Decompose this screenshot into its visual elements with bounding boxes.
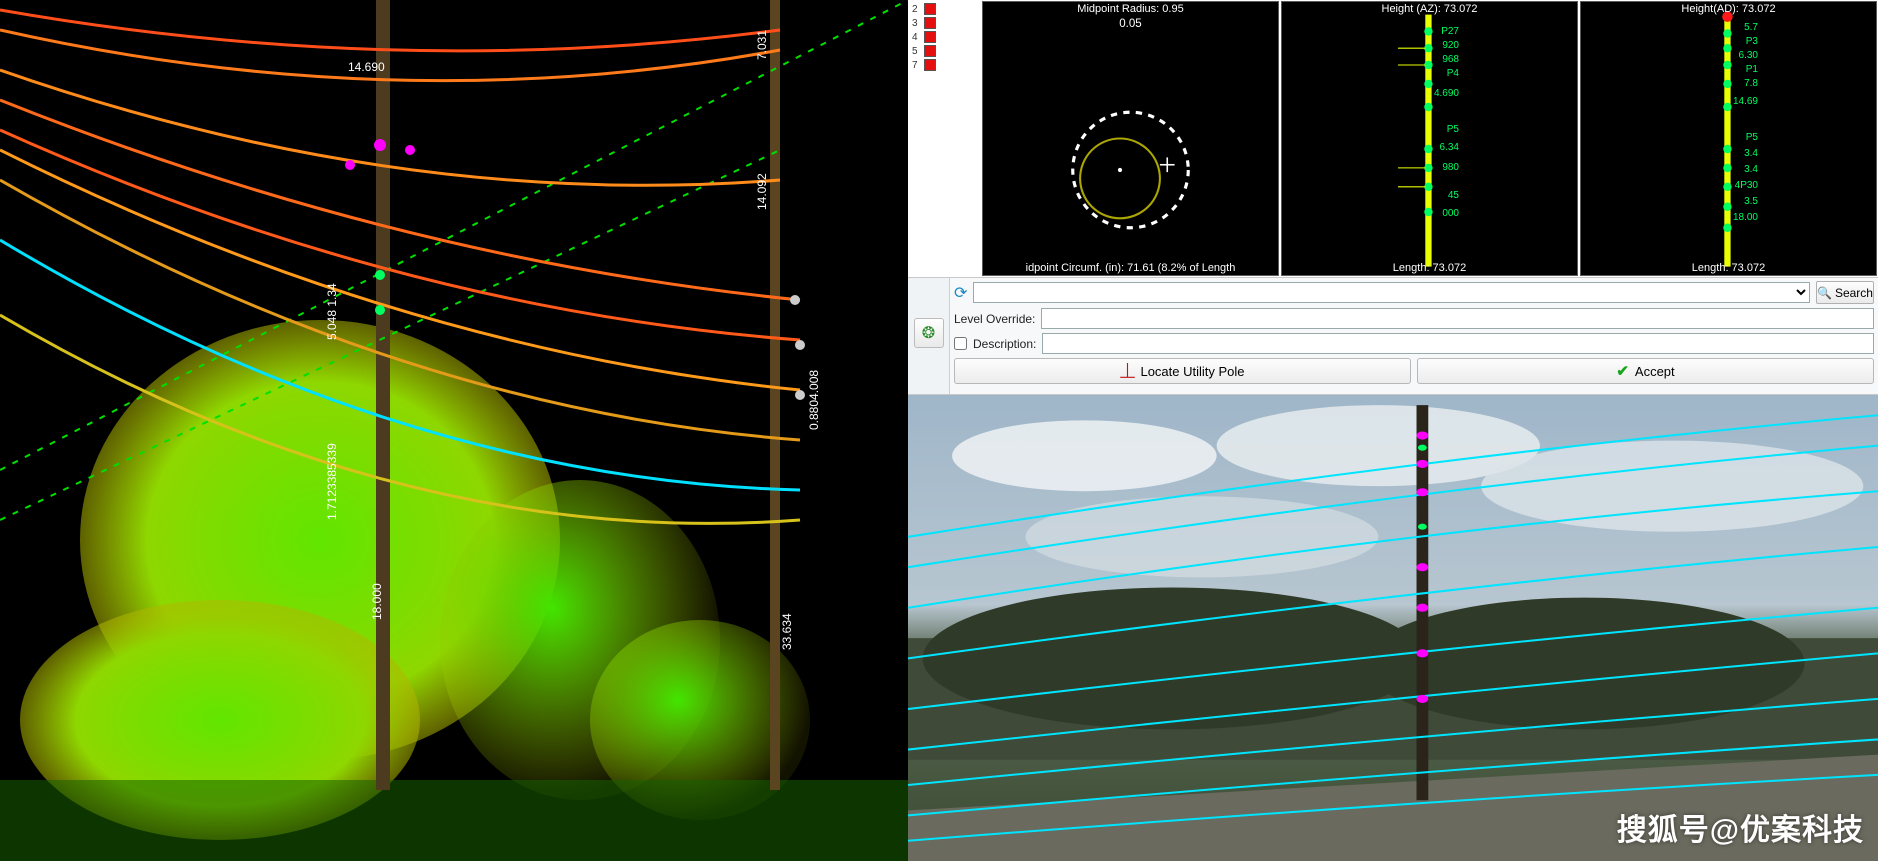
marker-label: 6.34 [1440,142,1459,153]
height-ad-svg [1581,2,1876,275]
marker-label: 920 [1442,40,1459,51]
locate-pole-icon: ⏊ [1120,361,1134,381]
legend-num: 7 [912,60,918,71]
refresh-icon[interactable]: ⟳ [954,283,967,303]
globe-icon: ❂ [922,323,935,343]
marker-label: 3.4 [1744,148,1758,159]
height-az-view[interactable]: Height (AZ): 73.072 P27 920 968 P4 4.690… [1281,1,1578,276]
marker-label: 000 [1442,208,1459,219]
search-icon: 🔍 [1817,286,1832,300]
label-right-4: 33.634 [780,613,794,650]
legend-swatch [924,3,936,15]
legend-swatch [924,17,936,29]
legend-num: 5 [912,46,918,57]
accept-button[interactable]: ✔ Accept [1417,358,1874,384]
marker-label: 45 [1448,190,1459,201]
class-legend: 2 3 4 5 7 [908,0,981,277]
midpoint-center-value: 0.05 [1119,18,1141,30]
marker-label: 7.8 [1744,78,1758,89]
label-right-2: 14.092 [755,173,769,210]
marker-label: P5 [1447,124,1459,135]
marker-label: 3.4 [1744,164,1758,175]
marker-label: P27 [1441,26,1459,37]
description-checkbox[interactable] [954,337,967,350]
legend-num: 4 [912,32,918,43]
description-label: Description: [973,337,1036,351]
marker-label: 6.30 [1739,50,1758,61]
marker-label: 18.00 [1733,212,1758,223]
legend-swatch [924,45,936,57]
mini-title: Midpoint Radius: 0.95 [983,3,1278,15]
level-override-input[interactable] [1041,308,1874,329]
search-button-label: Search [1835,286,1873,300]
marker-label: P3 [1746,36,1758,47]
side-icon-column: ❂ [908,278,950,394]
locate-button-label: Locate Utility Pole [1140,364,1244,379]
marker-label: 980 [1442,162,1459,173]
description-input[interactable] [1042,333,1874,354]
legend-swatch [924,31,936,43]
globe-button[interactable]: ❂ [914,318,944,348]
watermark-text: 搜狐号@优案科技 [1617,805,1864,849]
controls-panel: ❂ ⟳ 🔍 Search Level Override: Description… [908,278,1878,395]
street-svg [908,395,1878,861]
legend-num: 3 [912,18,918,29]
mini-title: Height (AZ): 73.072 [1282,3,1577,15]
marker-label: 5.7 [1744,22,1758,33]
check-icon: ✔ [1616,362,1629,380]
mini-title: Height(AD): 73.072 [1581,3,1876,15]
label-right-1: 7.031 [755,30,769,60]
marker-label: P5 [1746,132,1758,143]
lidar-svg [0,0,908,861]
mini-view-row: 2 3 4 5 7 Midpoint Radius: 0.95 0.05 idp… [908,0,1878,278]
marker-label: 14.69 [1733,96,1758,107]
locate-utility-pole-button[interactable]: ⏊ Locate Utility Pole [954,358,1411,384]
midpoint-radius-view[interactable]: Midpoint Radius: 0.95 0.05 idpoint Circu… [982,1,1279,276]
marker-label: 4P30 [1735,180,1758,191]
search-dropdown[interactable] [973,282,1810,303]
label-ground: 18.000 [370,583,384,620]
right-pane: 2 3 4 5 7 Midpoint Radius: 0.95 0.05 idp… [908,0,1878,861]
legend-swatch [924,59,936,71]
midpoint-svg: 0.05 [983,2,1278,275]
label-top-pole: 14.690 [348,60,385,74]
accept-button-label: Accept [1635,364,1675,379]
height-az-svg [1282,2,1577,275]
mini-bottom: Length: 73.072 [1282,262,1577,274]
height-ad-view[interactable]: Height(AD): 73.072 5.7 P3 6.30 P1 7.8 14… [1580,1,1877,276]
legend-num: 2 [912,4,918,15]
label-mid-l2: 1.7123385339 [325,443,339,520]
marker-label: 968 [1442,54,1459,65]
marker-label: 4.690 [1434,88,1459,99]
search-button[interactable]: 🔍 Search [1816,281,1874,304]
mini-bottom: Length: 73.072 [1581,262,1876,274]
label-mid-l1: 5.048 1.34 [325,283,339,340]
main-lidar-viewport[interactable]: 14.690 7.031 14.092 5.048 1.34 1.7123385… [0,0,908,861]
marker-label: 3.5 [1744,196,1758,207]
label-right-3: 0.8804.008 [807,370,821,430]
mini-bottom: idpoint Circumf. (in): 71.61 (8.2% of Le… [983,262,1278,274]
level-override-label: Level Override: [954,312,1035,326]
marker-label: P4 [1447,68,1459,79]
marker-label: P1 [1746,64,1758,75]
street-level-view[interactable]: 搜狐号@优案科技 [908,395,1878,861]
